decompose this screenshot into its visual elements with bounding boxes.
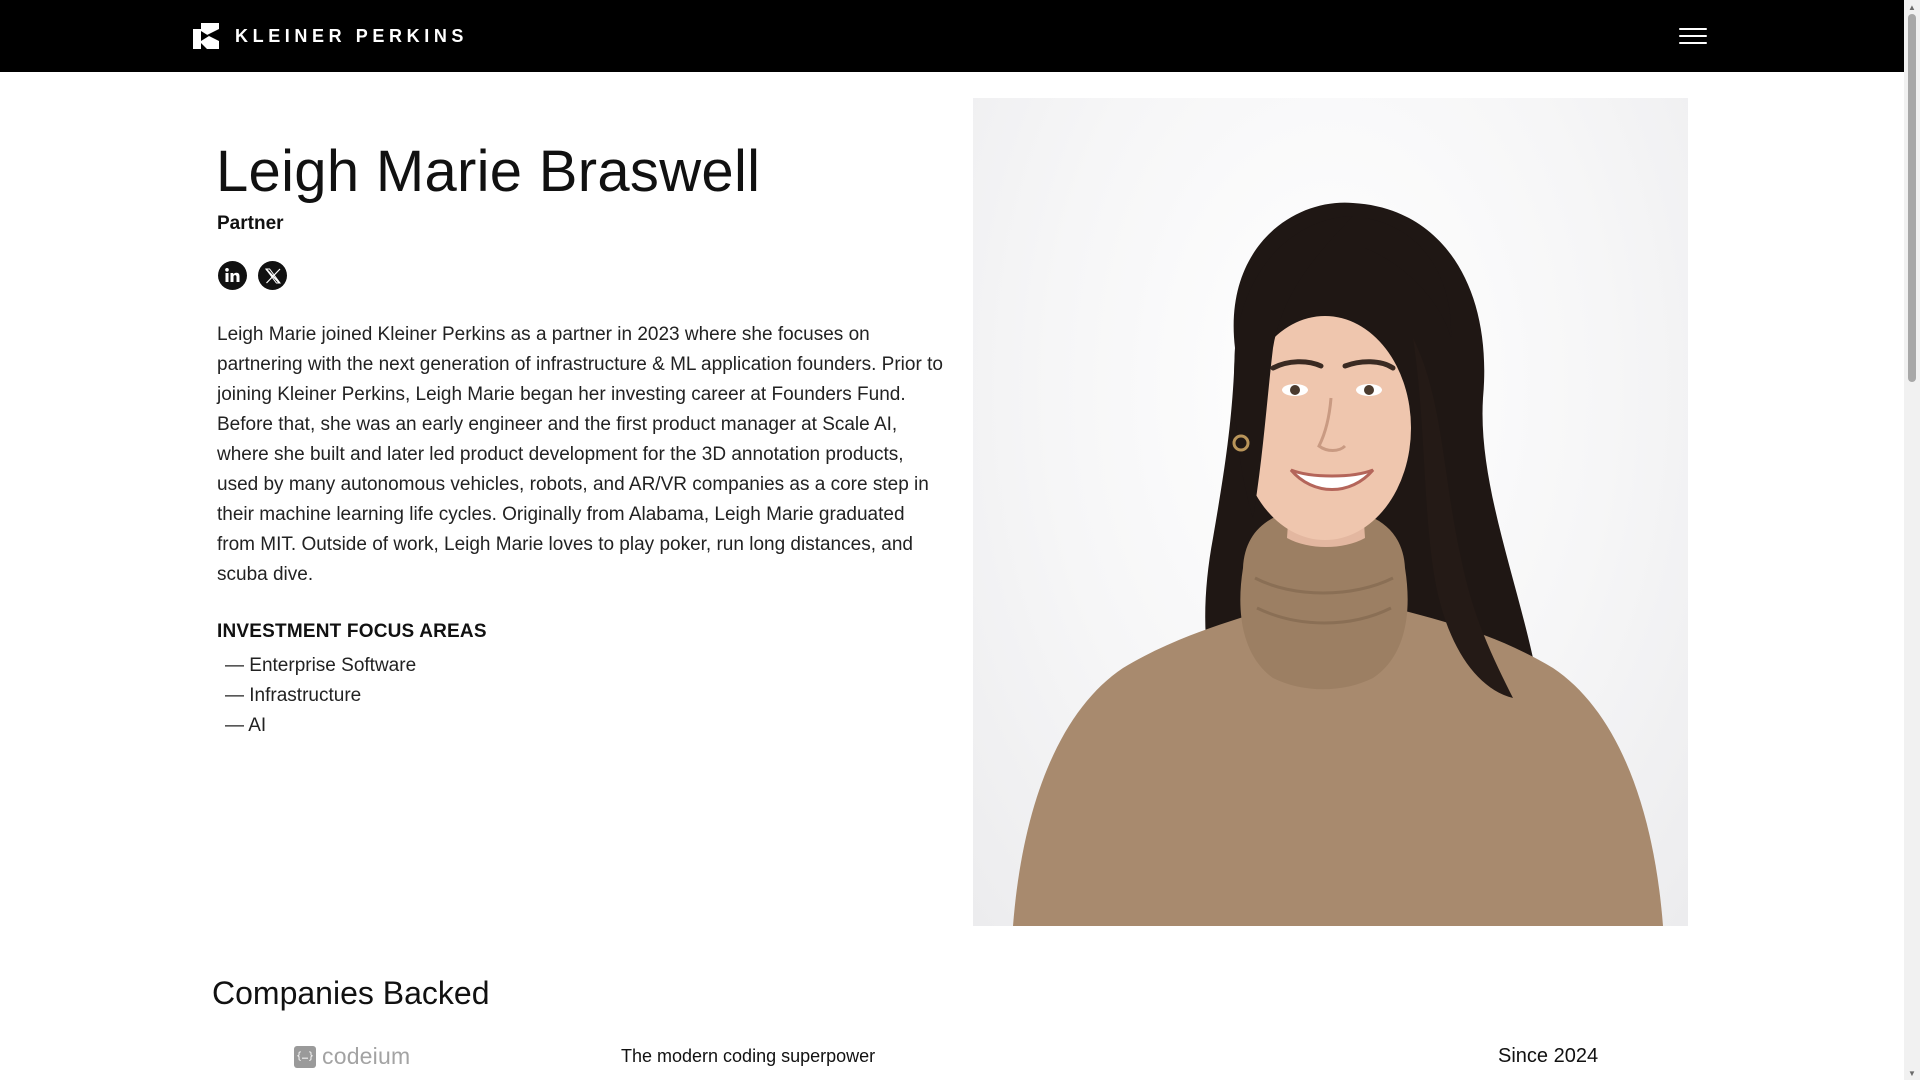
- brand-name: KLEINER PERKINS: [235, 25, 469, 46]
- social-links: [218, 261, 287, 290]
- kleiner-perkins-logo-icon: [193, 23, 219, 49]
- linkedin-glyph: [225, 268, 240, 282]
- scroll-down-arrow-icon[interactable]: ▼: [1904, 1066, 1920, 1080]
- menu-line: [1679, 42, 1707, 44]
- company-row: {…} codeium The modern coding superpower…: [212, 1036, 1692, 1076]
- focus-area-item: — Infrastructure: [225, 685, 362, 706]
- company-since: Since 2024: [1498, 1045, 1599, 1067]
- scrollbar-thumb[interactable]: [1908, 14, 1916, 382]
- hamburger-menu-icon[interactable]: [1679, 24, 1707, 48]
- codeium-logo[interactable]: {…} codeium: [294, 1043, 410, 1070]
- linkedin-icon[interactable]: [218, 261, 247, 290]
- focus-area-item: — Enterprise Software: [225, 655, 417, 676]
- scroll-up-arrow-icon[interactable]: ▲: [1904, 0, 1920, 14]
- investment-focus-heading: INVESTMENT FOCUS AREAS: [217, 621, 487, 642]
- focus-area-item: — AI: [225, 715, 267, 736]
- brand-logo-link[interactable]: KLEINER PERKINS: [193, 22, 468, 50]
- page-scrollbar[interactable]: ▲ ▼: [1904, 0, 1920, 1080]
- x-twitter-icon[interactable]: [258, 261, 287, 290]
- menu-line: [1679, 28, 1707, 30]
- companies-backed-heading: Companies Backed: [212, 975, 490, 1011]
- person-name: Leigh Marie Braswell: [216, 139, 761, 204]
- investment-focus-list: — Enterprise Software — Infrastructure —…: [225, 651, 416, 741]
- bio-text: Leigh Marie joined Kleiner Perkins as a …: [217, 324, 943, 585]
- portrait-illustration: [1013, 202, 1663, 926]
- person-role: Partner: [217, 213, 284, 234]
- top-navigation-bar: KLEINER PERKINS: [0, 0, 1904, 72]
- company-logo-text: codeium: [322, 1043, 411, 1069]
- codeium-logo-icon: {…}: [294, 1045, 316, 1068]
- profile-photo: [973, 98, 1688, 926]
- menu-line: [1679, 35, 1707, 37]
- company-tagline: The modern coding superpower: [621, 1046, 876, 1066]
- x-glyph: [264, 267, 281, 284]
